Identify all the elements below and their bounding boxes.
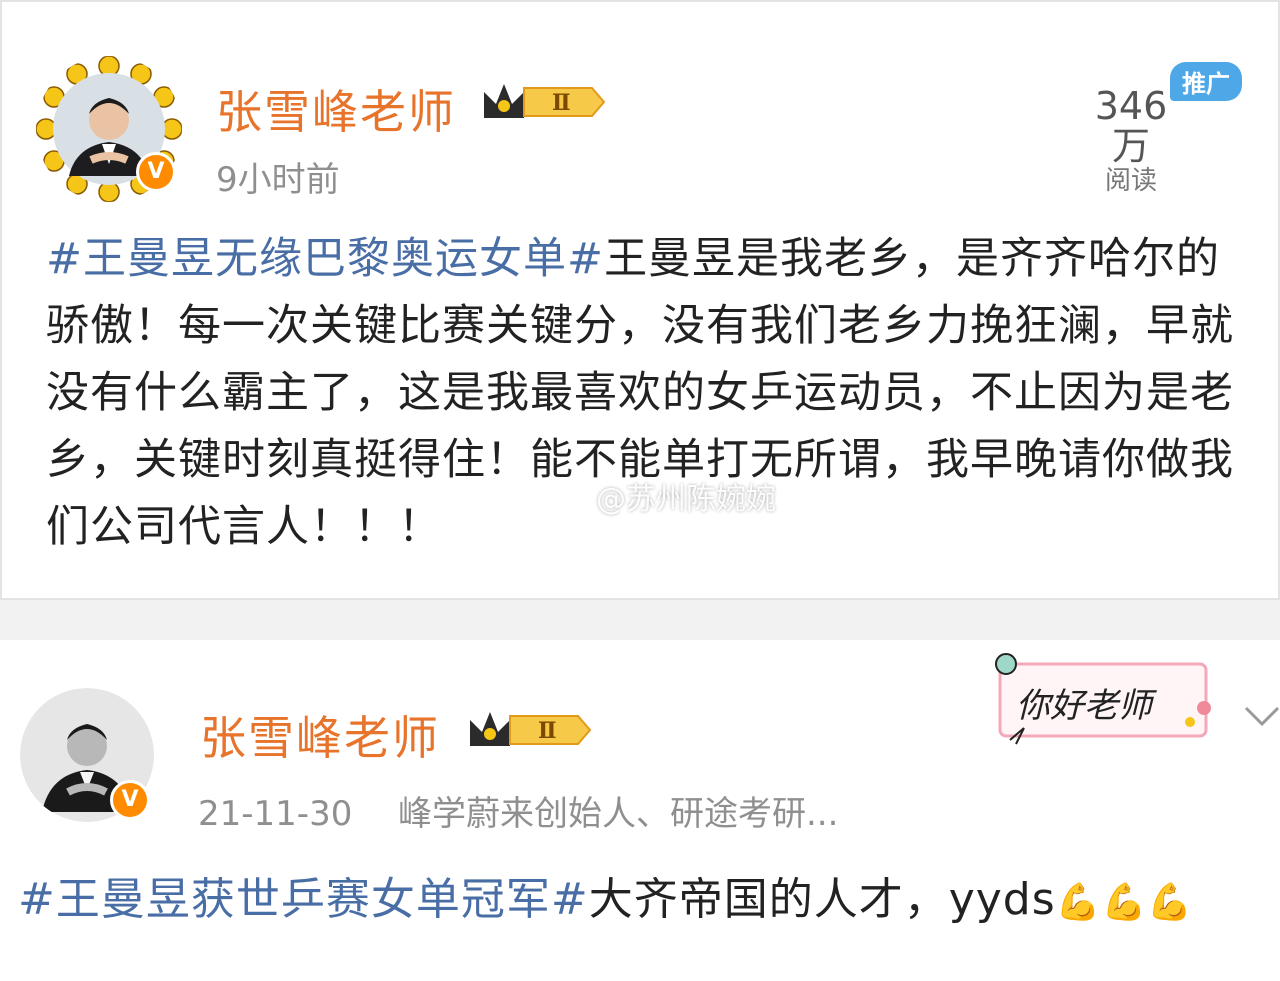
post-card-2: V 张雪峰老师 Ⅱ 21-11-30 峰学蔚来创始人、研途考研... 你好老师 …	[0, 640, 1280, 981]
level-badge: Ⅱ	[466, 706, 596, 758]
post-content: #王曼昱获世乒赛女单冠军#大齐帝国的人才，yyds💪💪💪	[18, 866, 1268, 937]
weibo-logo-icon	[544, 476, 588, 510]
author-name[interactable]: 张雪峰老师	[200, 702, 440, 768]
read-count: 346万 阅读	[1076, 86, 1186, 196]
author-bio: 峰学蔚来创始人、研途考研...	[397, 794, 839, 834]
chevron-down-icon[interactable]	[1244, 706, 1280, 732]
sticker-text: 你好老师	[1016, 686, 1152, 726]
level-number: Ⅱ	[538, 718, 557, 744]
hashtag-link[interactable]: #王曼昱无缘巴黎奥运女单#	[46, 234, 604, 284]
hashtag-link[interactable]: #王曼昱获世乒赛女单冠军#	[18, 874, 589, 925]
level-badge: Ⅱ	[480, 78, 610, 130]
post-time: 21-11-30	[198, 794, 353, 834]
post-meta: 21-11-30 峰学蔚来创始人、研途考研...	[198, 786, 838, 835]
read-count-label: 阅读	[1104, 166, 1157, 196]
crown-icon: Ⅱ	[470, 712, 592, 746]
crown-icon: Ⅱ	[484, 84, 606, 118]
greeting-sticker[interactable]: 你好老师	[990, 650, 1226, 750]
post-text: 大齐帝国的人才，yyds	[588, 874, 1056, 925]
post-card-1: V 张雪峰老师 Ⅱ 9小时前 346万 阅读 推广 #王曼昱无缘巴黎奥运女单#王…	[0, 0, 1280, 600]
muscle-emoji: 💪💪💪	[1055, 882, 1194, 923]
verified-badge: V	[110, 780, 150, 820]
verified-badge: V	[136, 152, 176, 192]
level-number: Ⅱ	[552, 90, 571, 116]
watermark-text: @苏州陈婉婉	[596, 482, 776, 517]
post-time: 9小时前	[216, 160, 340, 200]
author-name[interactable]: 张雪峰老师	[216, 76, 456, 142]
promo-tag[interactable]: 推广	[1170, 62, 1242, 101]
